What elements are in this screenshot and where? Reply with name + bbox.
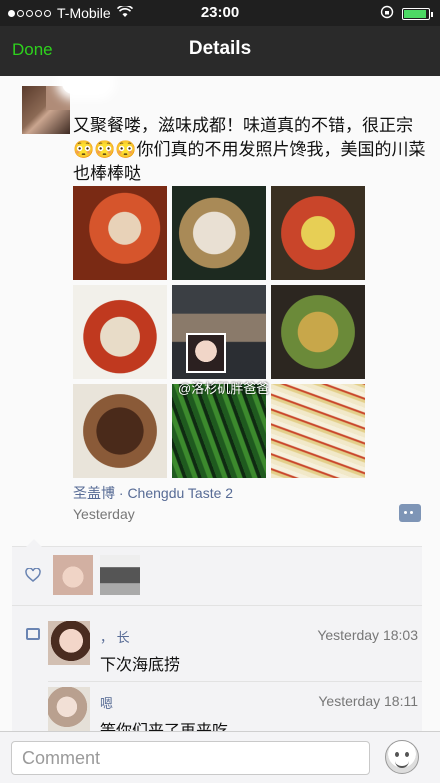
- comment-time: Yesterday 18:11: [318, 693, 418, 709]
- photo-thumbnail[interactable]: [172, 384, 266, 478]
- author-name-redacted: [62, 76, 110, 94]
- heart-icon: [25, 567, 41, 582]
- selfie-inset: [186, 333, 226, 373]
- comment-bubble-icon: [26, 628, 40, 640]
- photo-thumbnail[interactable]: [271, 384, 365, 478]
- photo-thumbnail[interactable]: [172, 285, 266, 379]
- comment-text: 等你们来了再来吃: [100, 717, 228, 731]
- like-avatar[interactable]: [100, 555, 140, 595]
- photo-thumbnail[interactable]: [172, 186, 266, 280]
- commenter-name[interactable]: ， 长: [100, 627, 130, 646]
- comment-input[interactable]: [11, 741, 370, 775]
- photo-thumbnail[interactable]: [73, 186, 167, 280]
- status-right: [380, 5, 433, 22]
- photo-thumbnail[interactable]: [73, 384, 167, 478]
- status-bar: T-Mobile 23:00: [0, 0, 440, 26]
- location-link[interactable]: 圣盖博 · Chengdu Taste 2: [73, 483, 233, 503]
- comment-input-bar: [0, 731, 440, 783]
- rotation-lock-icon: [380, 5, 394, 22]
- commenter-name[interactable]: 嗯: [100, 693, 113, 712]
- page-title: Details: [188, 38, 252, 59]
- status-time: 23:00: [200, 4, 240, 21]
- comment-text: 下次海底捞: [100, 657, 181, 674]
- divider: [48, 681, 422, 682]
- battery-icon: [402, 7, 433, 20]
- likes-comments-panel: ， 长 Yesterday 18:03 下次海底捞 嗯 Yesterday 18…: [12, 539, 422, 731]
- done-button[interactable]: Done: [12, 40, 53, 60]
- post-time: Yesterday: [73, 506, 135, 522]
- emoji-icon[interactable]: [385, 740, 419, 774]
- photo-thumbnail[interactable]: [73, 285, 167, 379]
- photo-thumbnail[interactable]: [271, 186, 365, 280]
- commenter-avatar[interactable]: [48, 687, 90, 731]
- divider: [12, 605, 422, 606]
- navigation-bar: Done Details: [0, 26, 440, 76]
- comment-action-icon[interactable]: [399, 504, 421, 522]
- comment-time: Yesterday 18:03: [317, 627, 418, 643]
- photo-grid: [73, 186, 365, 478]
- post-text: 又聚餐喽，滋味成都！味道真的不错，很正宗😳😳😳你们真的不用发照片馋我，美国的川菜…: [73, 116, 426, 183]
- like-avatar[interactable]: [53, 555, 93, 595]
- photo-watermark: @洛杉矶胖爸爸: [178, 381, 270, 396]
- commenter-avatar[interactable]: [48, 621, 90, 665]
- post-detail: 又聚餐喽，滋味成都！味道真的不错，很正宗😳😳😳你们真的不用发照片馋我，美国的川菜…: [0, 76, 440, 731]
- photo-thumbnail[interactable]: [271, 285, 365, 379]
- author-avatar[interactable]: [22, 86, 70, 134]
